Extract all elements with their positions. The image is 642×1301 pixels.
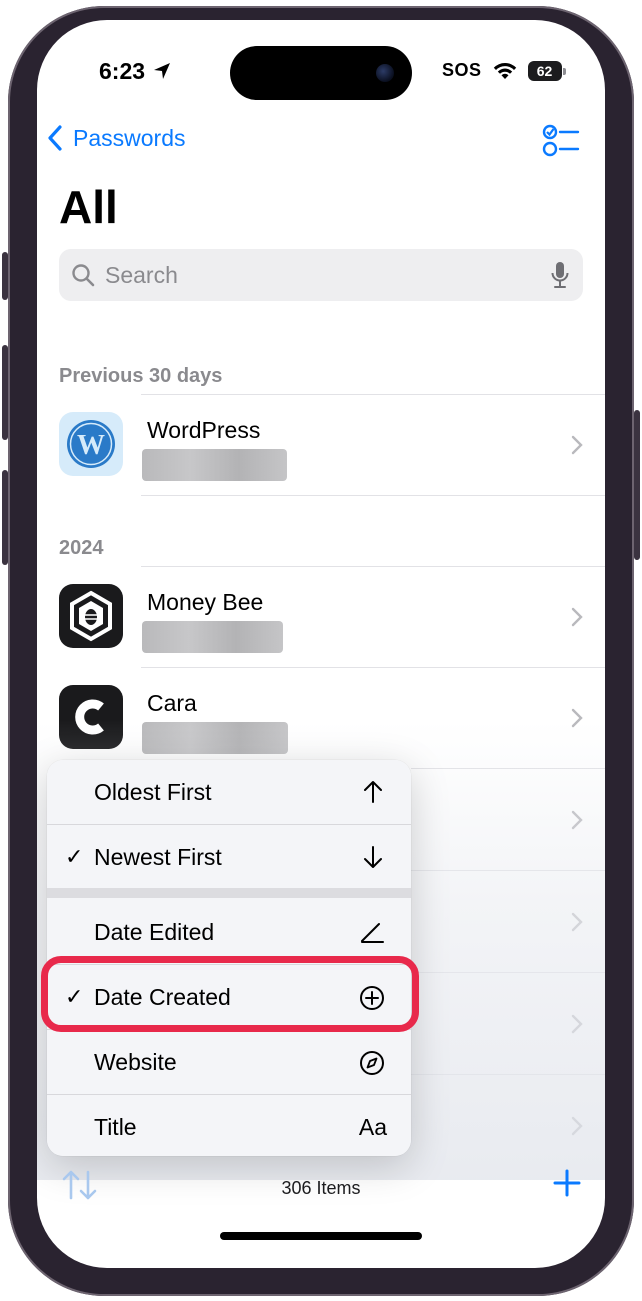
row-separator	[141, 495, 605, 496]
chevron-right-icon	[571, 607, 583, 627]
section-header-2024: 2024	[59, 537, 104, 559]
item-title: Money Bee	[147, 589, 264, 615]
back-label: Passwords	[73, 124, 186, 151]
volume-down-button	[2, 470, 8, 565]
menu-group-divider	[47, 888, 411, 898]
select-list-button[interactable]	[542, 123, 580, 162]
redacted-username	[142, 449, 287, 481]
menu-item-label: Newest First	[94, 843, 222, 870]
add-button[interactable]	[552, 1168, 582, 1203]
menu-item-website[interactable]: Website	[47, 1030, 411, 1094]
microphone-icon[interactable]	[551, 261, 569, 289]
section-header-previous-30-days: Previous 30 days	[59, 365, 223, 387]
item-count: 306 Items	[281, 1178, 361, 1198]
menu-item-label: Title	[94, 1113, 137, 1140]
row-separator	[141, 566, 605, 567]
wordpress-logo-icon: W	[59, 412, 123, 476]
screen: 6:23 SOS 62 Passwords All Search Previou…	[37, 20, 605, 1268]
menu-item-label: Oldest First	[94, 778, 212, 805]
compass-icon	[360, 1051, 384, 1075]
item-title: Cara	[147, 690, 197, 716]
status-time: 6:23	[99, 58, 171, 85]
redacted-username	[142, 621, 283, 653]
menu-item-newest-first[interactable]: ✓ Newest First	[47, 825, 411, 889]
chevron-right-icon	[571, 435, 583, 455]
location-arrow-icon	[154, 63, 171, 79]
battery-indicator: 62	[527, 60, 566, 81]
search-icon	[72, 264, 95, 287]
checklist-icon	[542, 124, 580, 157]
home-indicator	[220, 1232, 422, 1240]
arrow-up-icon	[364, 781, 382, 803]
text-size-icon: Aa	[358, 1113, 387, 1140]
plus-icon	[553, 1169, 581, 1197]
menu-item-oldest-first[interactable]: Oldest First	[47, 760, 411, 824]
row-separator	[141, 394, 605, 395]
side-button	[634, 410, 640, 560]
search-input[interactable]	[103, 260, 527, 290]
camera-icon	[376, 64, 394, 82]
dynamic-island	[230, 46, 412, 100]
arrow-down-icon	[364, 846, 382, 868]
chevron-left-icon	[48, 125, 62, 151]
bottom-toolbar: 306 Items	[37, 1148, 605, 1228]
status-indicators: SOS 62	[442, 60, 566, 81]
back-button[interactable]: Passwords	[47, 124, 185, 152]
volume-up-button	[2, 345, 8, 440]
pencil-icon	[361, 923, 384, 943]
list-item-wordpress[interactable]: W WordPress	[59, 394, 605, 495]
menu-item-date-edited[interactable]: Date Edited	[47, 900, 411, 964]
row-separator	[141, 667, 605, 668]
item-title: WordPress	[147, 417, 261, 443]
page-title: All	[59, 181, 118, 233]
wifi-icon	[493, 62, 516, 79]
menu-item-label: Date Edited	[94, 918, 215, 945]
money-bee-logo-icon	[59, 584, 123, 648]
date-created-highlight	[41, 956, 419, 1032]
action-button	[2, 252, 8, 300]
list-item-money-bee[interactable]: Money Bee	[59, 566, 605, 667]
menu-item-label: Website	[94, 1048, 177, 1075]
svg-text:W: W	[77, 430, 105, 461]
menu-item-title[interactable]: Title Aa	[47, 1095, 411, 1156]
sos-indicator: SOS	[442, 60, 482, 80]
search-bar[interactable]	[59, 249, 583, 301]
checkmark-icon: ✓	[65, 844, 84, 869]
